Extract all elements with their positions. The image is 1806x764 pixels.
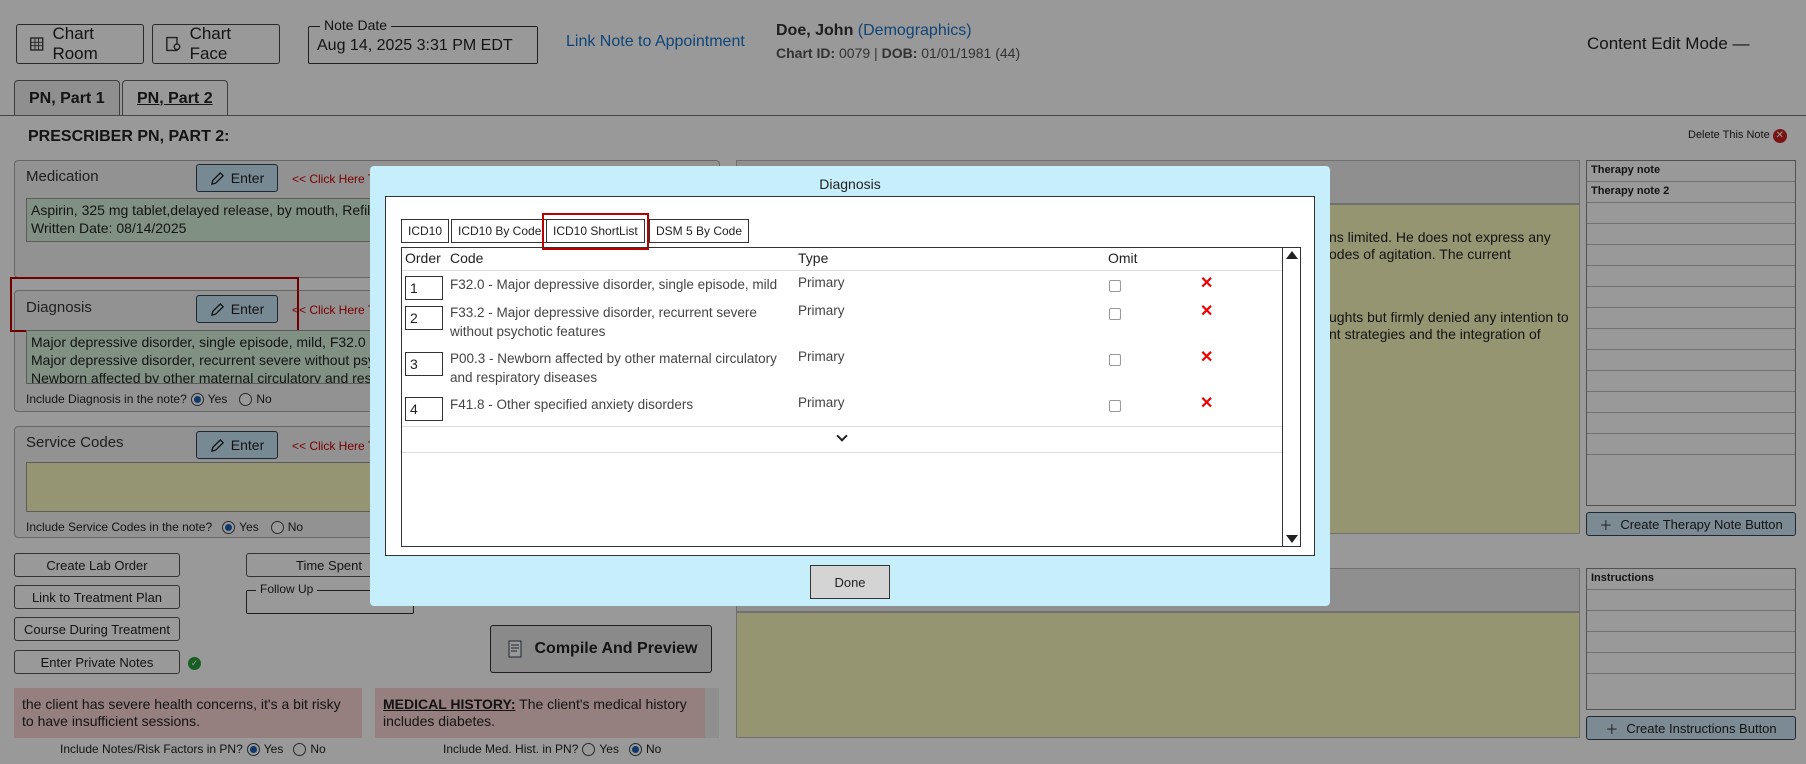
diagnosis-code: F33.2 - Major depressive disorder, recur… [450,305,757,339]
diagnosis-type: Primary [798,395,845,410]
diagnosis-code: P00.3 - Newborn affected by other matern… [450,351,777,385]
table-row: 2 F33.2 - Major depressive disorder, rec… [402,303,1282,347]
header-divider [402,270,1282,271]
diagnosis-modal: Diagnosis ICD10 ICD10 By Code ICD10 Shor… [370,166,1330,606]
chevron-down-icon [836,430,848,442]
diagnosis-type: Primary [798,349,845,364]
order-input[interactable]: 1 [405,276,443,300]
diagnosis-table: Order Code Type Omit 1 F32.0 - Major dep… [401,247,1301,547]
omit-checkbox[interactable] [1109,400,1121,412]
omit-checkbox[interactable] [1109,280,1121,292]
shortlist-tab-highlight [542,213,649,250]
diagnosis-code: F41.8 - Other specified anxiety disorder… [450,397,694,412]
diagnosis-type: Primary [798,303,845,318]
table-row: 4 F41.8 - Other specified anxiety disord… [402,394,1282,424]
row-divider [402,452,1282,453]
column-header-type: Type [798,250,829,266]
expand-rows-button[interactable] [402,427,1282,451]
remove-icon[interactable]: ✕ [1200,273,1213,293]
modal-title: Diagnosis [819,176,881,192]
done-button[interactable]: Done [810,565,890,599]
remove-icon[interactable]: ✕ [1200,393,1213,413]
column-header-omit: Omit [1108,250,1138,266]
scroll-up-icon [1286,251,1298,259]
remove-icon[interactable]: ✕ [1200,347,1213,367]
modal-content: ICD10 ICD10 By Code ICD10 ShortList DSM … [385,196,1315,556]
remove-icon[interactable]: ✕ [1200,301,1213,321]
tab-label: ICD10 [408,224,443,238]
tab-label: ICD10 By Code [458,224,542,238]
order-input[interactable]: 3 [405,352,443,376]
tab-dsm5-by-code[interactable]: DSM 5 By Code [649,219,750,243]
omit-checkbox[interactable] [1109,308,1121,320]
tab-label: DSM 5 By Code [656,224,743,238]
table-row: 3 P00.3 - Newborn affected by other mate… [402,349,1282,393]
column-header-order: Order [405,250,441,266]
column-header-code: Code [450,250,484,266]
tab-icd10-by-code[interactable]: ICD10 By Code [451,219,549,243]
button-label: Done [834,574,866,590]
diagnosis-code: F32.0 - Major depressive disorder, singl… [450,277,778,292]
table-row: 1 F32.0 - Major depressive disorder, sin… [402,272,1282,302]
tab-icd10[interactable]: ICD10 [401,219,450,243]
table-scrollbar[interactable] [1282,248,1300,546]
scroll-down-icon [1286,535,1298,543]
diagnosis-type: Primary [798,275,845,290]
order-input[interactable]: 2 [405,306,443,330]
order-input[interactable]: 4 [405,397,443,421]
omit-checkbox[interactable] [1109,354,1121,366]
